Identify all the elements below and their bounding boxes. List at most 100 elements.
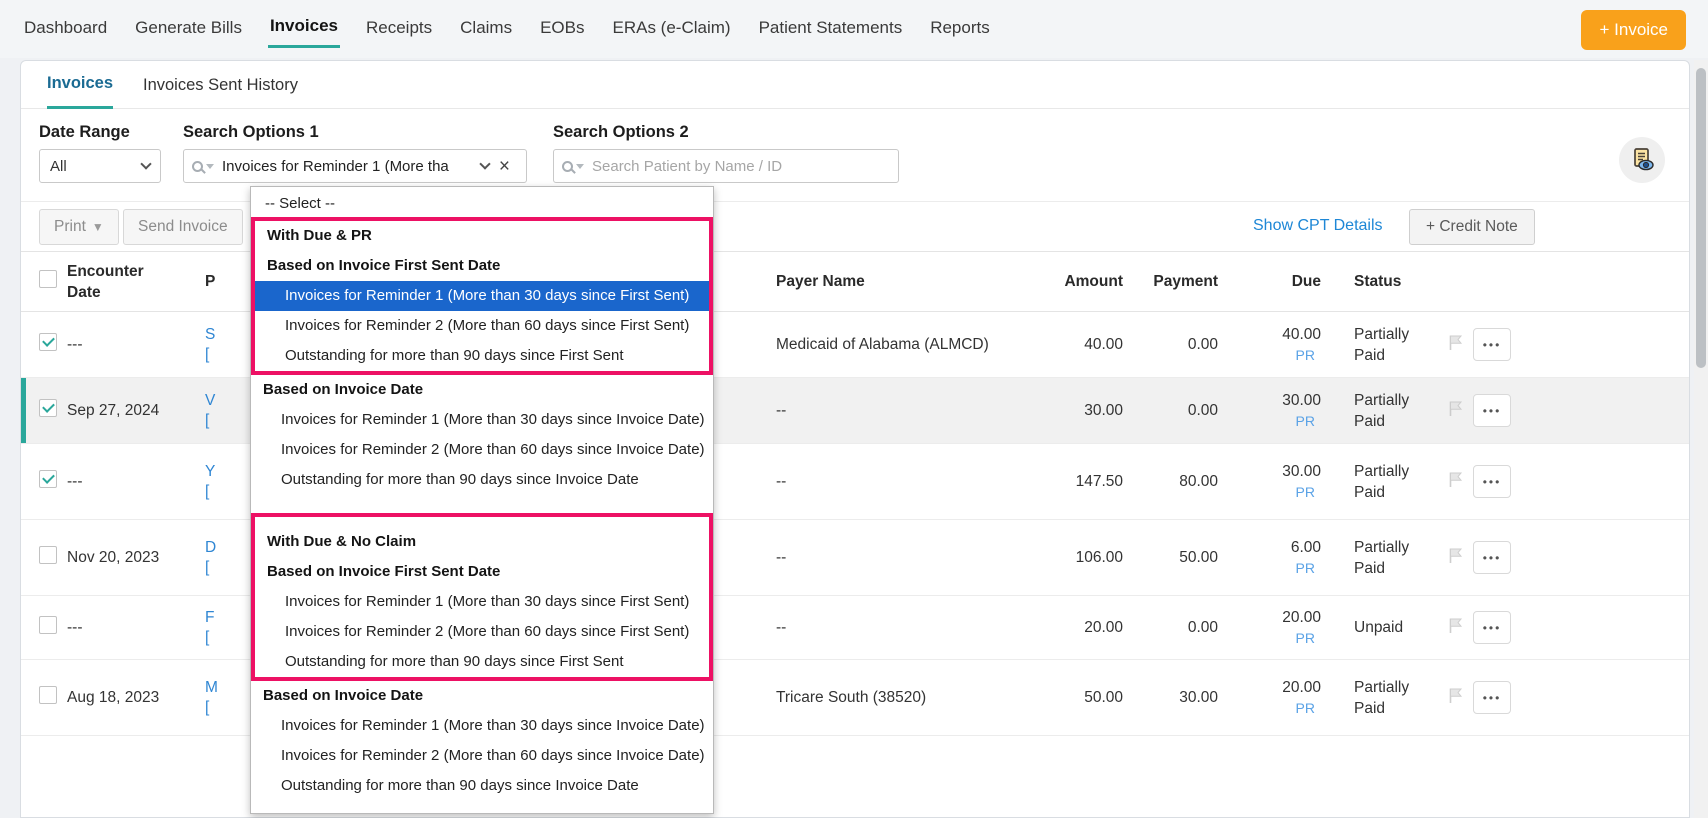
row-actions-button[interactable]: [1473, 328, 1511, 361]
dropdown-option[interactable]: Invoices for Reminder 2 (More than 60 da…: [255, 311, 709, 341]
dropdown-option[interactable]: Invoices for Reminder 1 (More than 30 da…: [251, 405, 713, 435]
tab-invoices[interactable]: Invoices: [47, 61, 113, 109]
row-checkbox[interactable]: [39, 333, 57, 351]
payment-cell: 80.00: [1123, 473, 1218, 491]
due-cell: 20.00PR: [1218, 677, 1321, 719]
flag-icon[interactable]: [1448, 400, 1463, 417]
nav-item-claims[interactable]: Claims: [458, 12, 514, 47]
status-cell: Unpaid: [1321, 617, 1438, 638]
nav-item-receipts[interactable]: Receipts: [364, 12, 434, 47]
search-options-1-combobox[interactable]: Invoices for Reminder 1 (More tha ×: [183, 149, 527, 183]
payer-cell: --: [776, 402, 1043, 420]
dropdown-group-subheader: Based on Invoice Date: [251, 375, 713, 405]
clear-icon[interactable]: ×: [499, 157, 510, 176]
row-actions-button[interactable]: [1473, 394, 1511, 427]
invoice-preview-button[interactable]: [1619, 137, 1665, 183]
encounter-date-cell: Nov 20, 2023: [67, 549, 197, 567]
tab-invoices-sent-history[interactable]: Invoices Sent History: [143, 61, 298, 109]
dropdown-option[interactable]: Invoices for Reminder 2 (More than 60 da…: [251, 741, 713, 771]
nav-item-patient-statements[interactable]: Patient Statements: [757, 12, 905, 47]
flag-icon[interactable]: [1448, 687, 1463, 704]
dropdown-group-subheader: Based on Invoice Date: [251, 681, 713, 711]
flag-icon[interactable]: [1448, 471, 1463, 488]
select-all-checkbox[interactable]: [39, 270, 57, 288]
new-invoice-button[interactable]: + Invoice: [1581, 10, 1686, 50]
search-options-1-label: Search Options 1: [183, 123, 319, 142]
encounter-date-header: Encounter Date: [67, 261, 197, 303]
search-options-dropdown: -- Select -- With Due & PR Based on Invo…: [250, 186, 714, 814]
status-cell: Partially Paid: [1321, 537, 1438, 579]
row-checkbox[interactable]: [39, 470, 57, 488]
encounter-date-cell: ---: [67, 473, 197, 491]
payer-cell: --: [776, 473, 1043, 491]
payment-header: Payment: [1123, 273, 1218, 291]
nav-item-generate-bills[interactable]: Generate Bills: [133, 12, 244, 47]
vertical-scrollbar[interactable]: [1694, 60, 1708, 818]
nav-item-eras[interactable]: ERAs (e-Claim): [611, 12, 733, 47]
row-actions-button[interactable]: [1473, 681, 1511, 714]
send-invoice-button[interactable]: Send Invoice: [123, 209, 243, 245]
row-actions-button[interactable]: [1473, 465, 1511, 498]
payment-cell: 0.00: [1123, 402, 1218, 420]
due-cell: 20.00PR: [1218, 607, 1321, 649]
print-button[interactable]: Print▼: [39, 209, 119, 245]
flag-icon[interactable]: [1448, 547, 1463, 564]
payment-cell: 0.00: [1123, 619, 1218, 637]
scrollbar-thumb[interactable]: [1696, 68, 1706, 368]
flag-icon[interactable]: [1448, 334, 1463, 351]
dropdown-option[interactable]: Outstanding for more than 90 days since …: [255, 341, 709, 371]
payment-cell: 50.00: [1123, 549, 1218, 567]
annotation-highlight-box: With Due & PR Based on Invoice First Sen…: [251, 217, 713, 375]
show-cpt-details-link[interactable]: Show CPT Details: [1253, 217, 1383, 235]
chevron-down-icon[interactable]: [479, 158, 490, 169]
search-placeholder: Search Patient by Name / ID: [592, 158, 782, 175]
payer-cell: Medicaid of Alabama (ALMCD): [776, 336, 1043, 354]
row-actions-button[interactable]: [1473, 611, 1511, 644]
dropdown-option-selected[interactable]: Invoices for Reminder 1 (More than 30 da…: [255, 281, 709, 311]
chevron-down-icon: [140, 158, 151, 169]
tab-bar: Invoices Invoices Sent History: [21, 61, 1689, 109]
search-icon: [562, 161, 573, 172]
row-checkbox[interactable]: [39, 686, 57, 704]
encounter-date-cell: Sep 27, 2024: [67, 402, 197, 420]
encounter-date-cell: ---: [67, 336, 197, 354]
dropdown-option[interactable]: Outstanding for more than 90 days since …: [251, 771, 713, 801]
pr-tag: PR: [1296, 482, 1321, 503]
payer-cell: --: [776, 619, 1043, 637]
amount-cell: 40.00: [1043, 336, 1123, 354]
nav-item-eobs[interactable]: EOBs: [538, 12, 586, 47]
payment-cell: 30.00: [1123, 689, 1218, 707]
nav-item-reports[interactable]: Reports: [928, 12, 992, 47]
dropdown-option[interactable]: Invoices for Reminder 2 (More than 60 da…: [251, 435, 713, 465]
search-options-1-value: Invoices for Reminder 1 (More tha: [222, 158, 481, 175]
due-cell: 30.00PR: [1218, 390, 1321, 432]
dropdown-option[interactable]: Outstanding for more than 90 days since …: [251, 465, 713, 495]
dropdown-option[interactable]: Outstanding for more than 90 days since …: [255, 647, 709, 677]
dropdown-option[interactable]: Invoices for Reminder 2 (More than 60 da…: [255, 617, 709, 647]
amount-cell: 147.50: [1043, 473, 1123, 491]
dropdown-option-select[interactable]: -- Select --: [251, 190, 713, 217]
row-checkbox[interactable]: [39, 616, 57, 634]
document-eye-icon: [1628, 146, 1656, 174]
payer-name-header: Payer Name: [776, 273, 1043, 291]
row-actions-button[interactable]: [1473, 541, 1511, 574]
date-range-select[interactable]: All: [39, 149, 161, 183]
caret-down-icon: [206, 164, 214, 169]
status-cell: Partially Paid: [1321, 324, 1438, 366]
search-options-2-input[interactable]: Search Patient by Name / ID: [553, 149, 899, 183]
row-checkbox[interactable]: [39, 546, 57, 564]
flag-icon[interactable]: [1448, 617, 1463, 634]
amount-header: Amount: [1043, 273, 1123, 291]
date-range-value: All: [50, 158, 67, 175]
amount-cell: 106.00: [1043, 549, 1123, 567]
dropdown-group-subheader: Based on Invoice First Sent Date: [255, 557, 709, 587]
dropdown-option[interactable]: Invoices for Reminder 1 (More than 30 da…: [251, 711, 713, 741]
nav-item-invoices[interactable]: Invoices: [268, 10, 340, 48]
status-header: Status: [1321, 271, 1438, 292]
dropdown-group-subheader: Based on Invoice First Sent Date: [255, 251, 709, 281]
row-checkbox[interactable]: [39, 399, 57, 417]
nav-item-dashboard[interactable]: Dashboard: [22, 12, 109, 47]
dropdown-option[interactable]: Invoices for Reminder 1 (More than 30 da…: [255, 587, 709, 617]
credit-note-button[interactable]: + Credit Note: [1409, 209, 1535, 245]
amount-cell: 30.00: [1043, 402, 1123, 420]
